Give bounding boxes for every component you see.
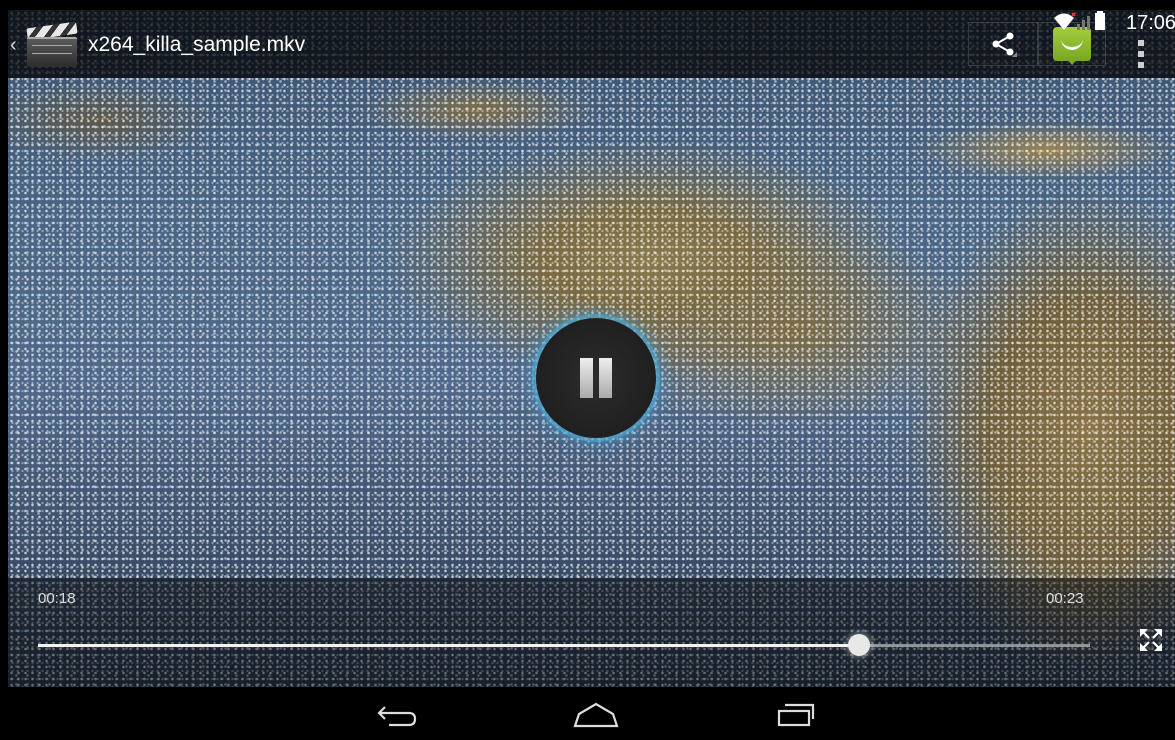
recents-icon (777, 703, 815, 727)
battery-icon (1095, 11, 1105, 30)
seek-thumb[interactable] (847, 634, 870, 656)
status-clock: 17:06 (1126, 12, 1175, 34)
video-title: x264_killa_sample.mkv (88, 33, 306, 56)
screen: ‹ x264_killa_sample.mkv 17:06 00:18 00:2… (0, 0, 1175, 740)
overflow-menu-icon[interactable] (1138, 40, 1144, 68)
share-icon (992, 32, 1017, 57)
fullscreen-icon (1140, 629, 1162, 651)
navigation-bar (0, 687, 1175, 740)
nav-recents-button[interactable] (766, 695, 826, 735)
share-button[interactable] (968, 22, 1038, 66)
playback-controls (8, 578, 1175, 687)
wifi-icon (1054, 12, 1076, 30)
pause-button[interactable] (536, 318, 656, 438)
status-bar (0, 0, 1175, 10)
up-caret-icon[interactable]: ‹ (10, 34, 17, 57)
seek-progress (38, 644, 859, 647)
seek-bar[interactable] (38, 634, 1090, 656)
total-time: 00:23 (1046, 590, 1084, 607)
signal-icon (1077, 16, 1090, 30)
current-time: 00:18 (38, 590, 76, 607)
home-icon (573, 702, 619, 728)
clapperboard-icon[interactable] (26, 21, 78, 67)
pause-icon (580, 358, 593, 398)
status-icons (1052, 10, 1106, 32)
fullscreen-button[interactable] (1138, 627, 1164, 653)
nav-home-button[interactable] (566, 695, 626, 735)
nav-back-button[interactable] (368, 695, 428, 735)
back-icon (377, 706, 417, 727)
android-icon (1053, 27, 1091, 61)
